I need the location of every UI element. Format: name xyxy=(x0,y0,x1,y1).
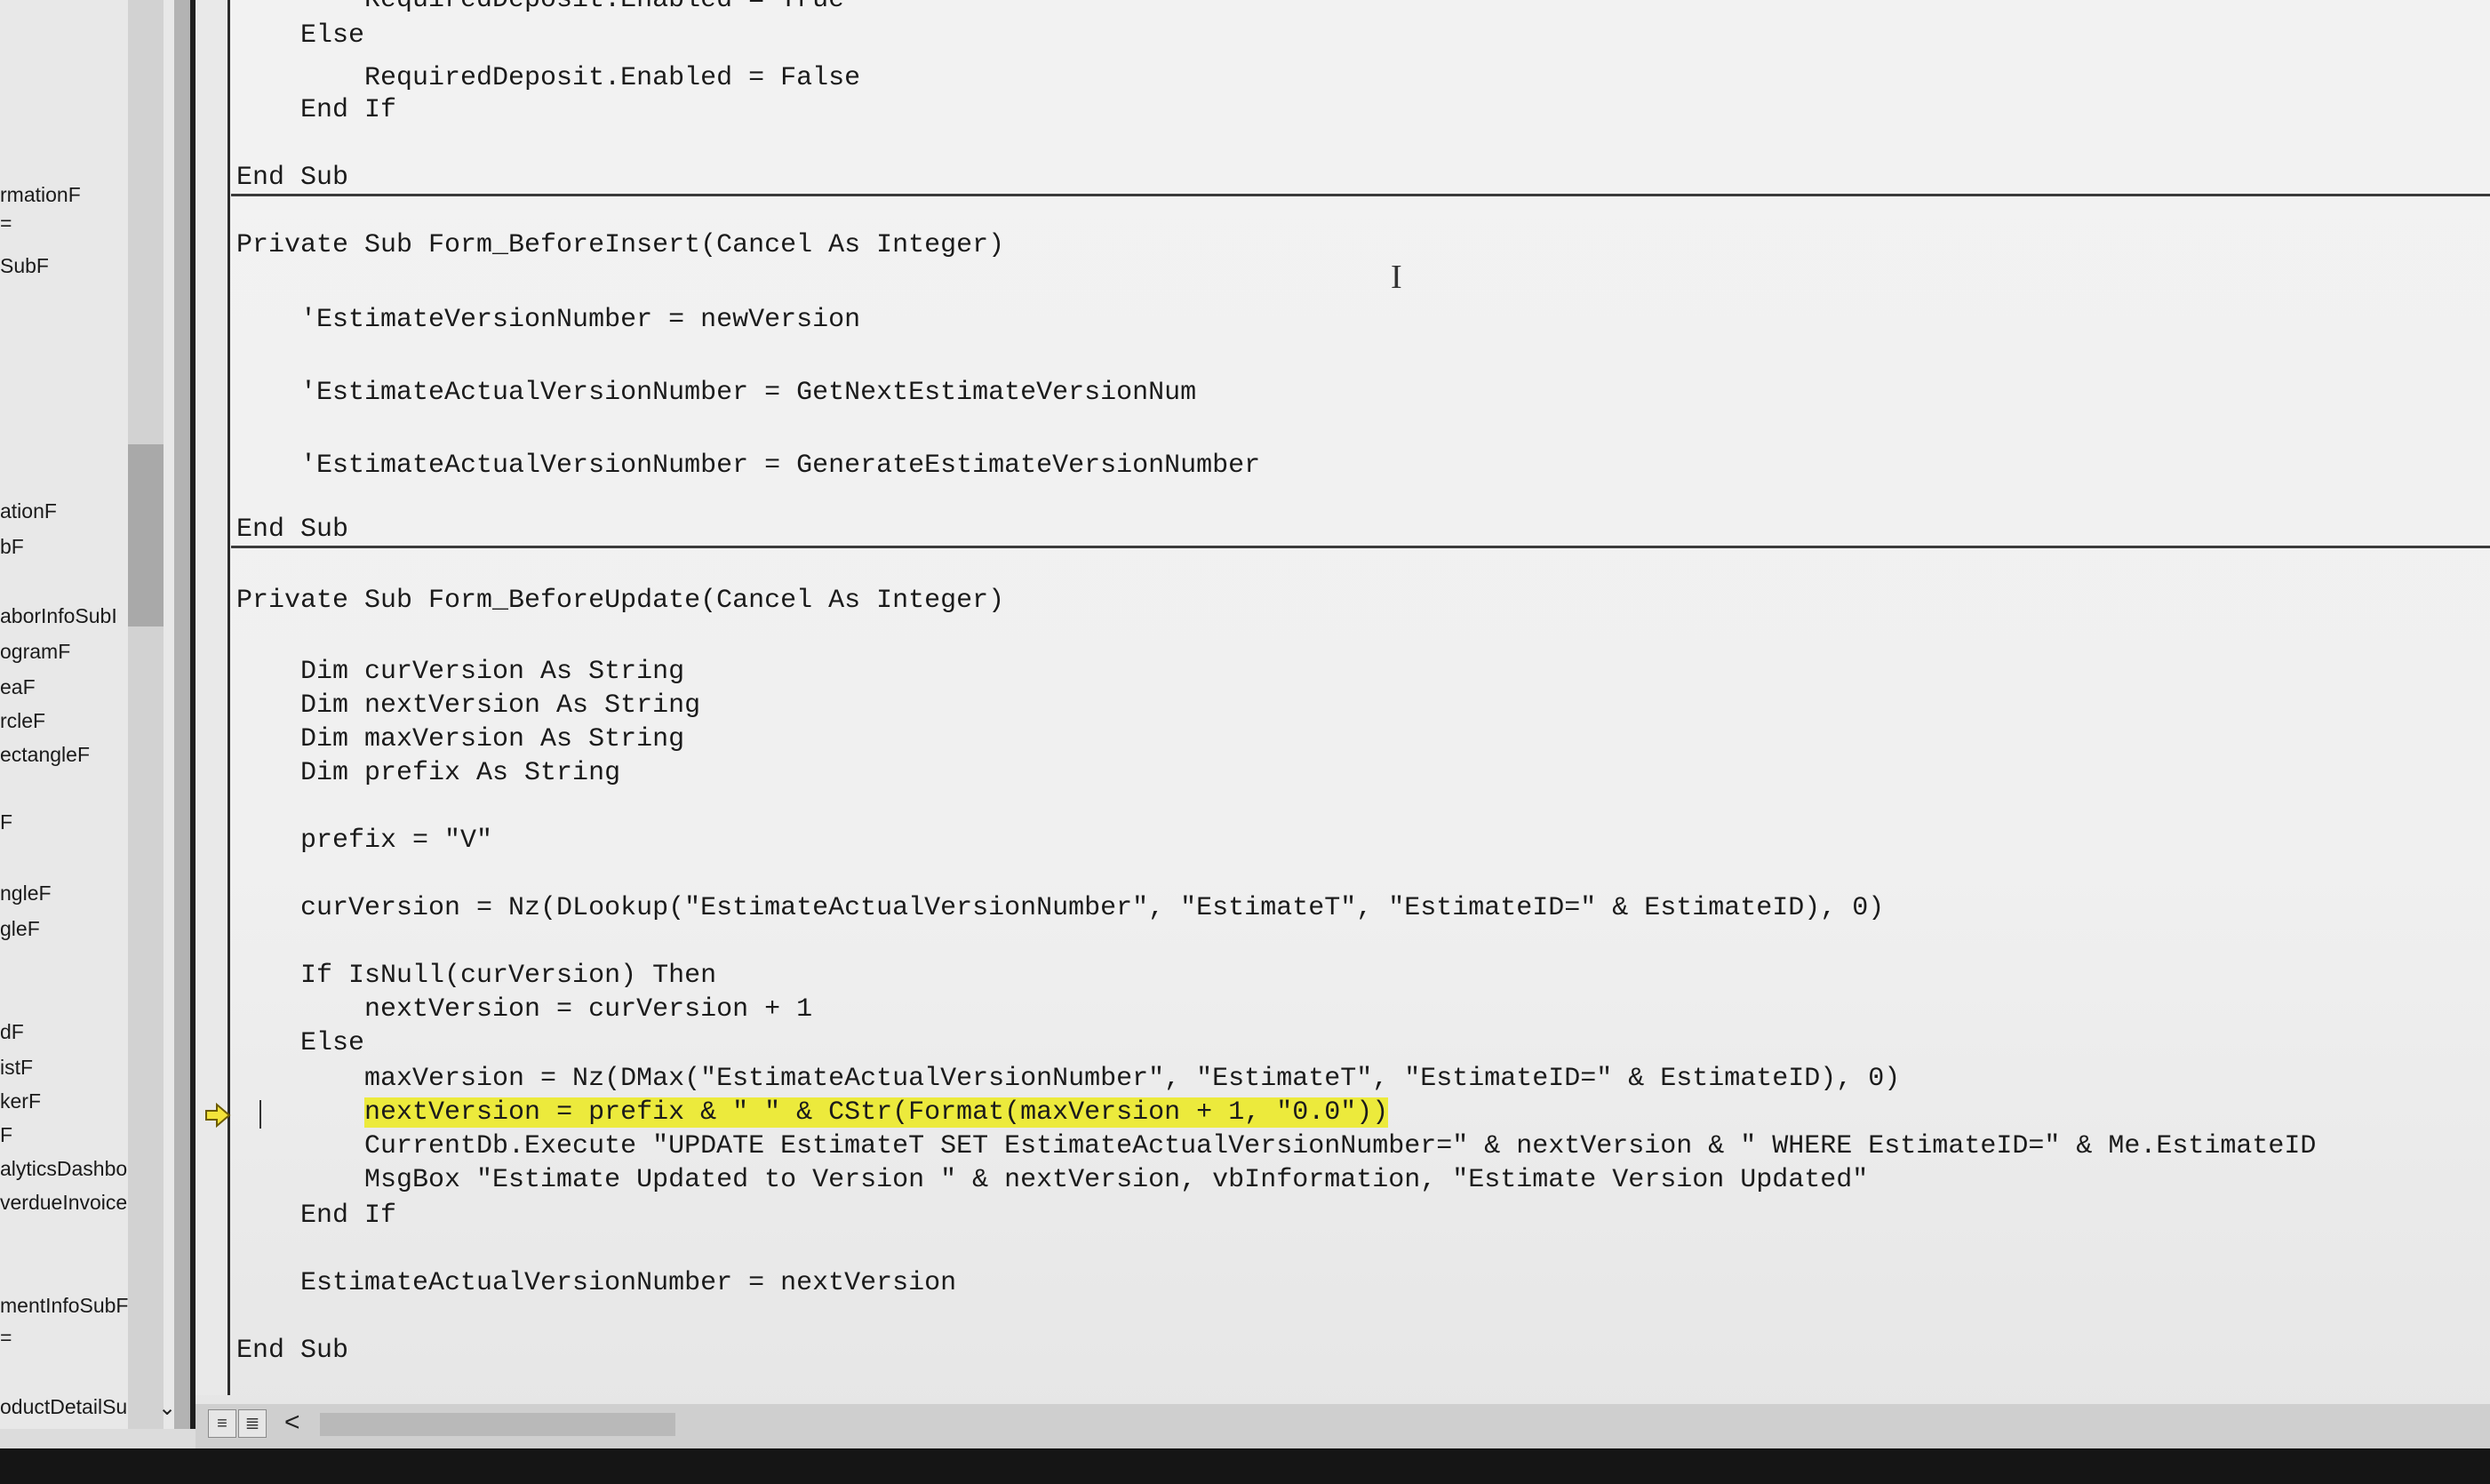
procedure-separator xyxy=(231,546,2490,548)
explorer-item[interactable]: ngleF xyxy=(0,882,52,906)
explorer-scroll-thumb[interactable] xyxy=(128,444,164,626)
explorer-item[interactable]: dF xyxy=(0,1020,24,1044)
pane-splitter[interactable] xyxy=(174,0,190,1429)
screen-bezel xyxy=(0,1448,2490,1484)
project-explorer: rmationF = SubF ationF bF aborInfoSubI o… xyxy=(0,0,174,1429)
explorer-item[interactable]: istF xyxy=(0,1056,33,1080)
chevron-down-icon[interactable]: ⌄ xyxy=(158,1395,174,1421)
code-line[interactable]: maxVersion = Nz(DMax("EstimateActualVers… xyxy=(236,1063,1900,1095)
ibeam-cursor-icon: I xyxy=(1391,259,1402,296)
code-line[interactable]: prefix = "V" xyxy=(236,825,492,857)
code-line[interactable]: Dim prefix As String xyxy=(236,757,620,789)
explorer-item[interactable]: verdueInvoices xyxy=(0,1191,138,1215)
code-line[interactable]: CurrentDb.Execute "UPDATE EstimateT SET … xyxy=(236,1130,2316,1162)
code-line[interactable]: MsgBox "Estimate Updated to Version " & … xyxy=(236,1164,1868,1196)
code-line[interactable]: EstimateActualVersionNumber = nextVersio… xyxy=(236,1267,956,1299)
code-line[interactable]: End Sub xyxy=(236,514,348,546)
explorer-item[interactable]: ogramF xyxy=(0,640,70,664)
execution-arrow-icon xyxy=(205,1102,231,1129)
explorer-item[interactable]: rcleF xyxy=(0,709,45,733)
code-line[interactable]: curVersion = Nz(DLookup("EstimateActualV… xyxy=(236,892,1884,924)
code-line[interactable]: nextVersion = prefix & " " & CStr(Format… xyxy=(236,1097,1389,1129)
code-line[interactable]: End Sub xyxy=(236,1335,348,1367)
explorer-item[interactable]: bF xyxy=(0,535,24,559)
code-line[interactable]: End If xyxy=(236,1200,396,1232)
procedure-separator xyxy=(231,194,2490,196)
chevron-left-icon[interactable]: < xyxy=(284,1408,300,1438)
code-line[interactable]: 'EstimateActualVersionNumber = GetNextEs… xyxy=(236,377,1196,409)
code-line[interactable]: 'EstimateActualVersionNumber = GenerateE… xyxy=(236,450,1260,482)
explorer-item[interactable]: ationF xyxy=(0,499,57,523)
explorer-item[interactable]: kerF xyxy=(0,1089,41,1113)
code-window-bottom-bar: ≡ ≣ < xyxy=(196,1404,2490,1448)
explorer-item[interactable]: mentInfoSubF xyxy=(0,1294,128,1318)
code-line[interactable]: RequiredDeposit.Enabled = True xyxy=(236,0,844,16)
explorer-item[interactable]: ectangleF xyxy=(0,743,90,767)
explorer-item[interactable]: = xyxy=(0,211,12,235)
code-window[interactable]: RequiredDeposit.Enabled = True Else Requ… xyxy=(196,0,2490,1429)
explorer-item[interactable]: F xyxy=(0,810,12,834)
code-line[interactable]: Else xyxy=(236,20,364,52)
code-line[interactable]: End If xyxy=(236,94,396,126)
explorer-item[interactable]: aborInfoSubI xyxy=(0,604,117,628)
margin-divider xyxy=(227,0,230,1395)
explorer-item[interactable]: alyticsDashbo xyxy=(0,1157,127,1181)
explorer-item[interactable]: oductDetailSub xyxy=(0,1395,139,1419)
text-caret xyxy=(259,1100,261,1129)
code-line[interactable]: Private Sub Form_BeforeUpdate(Cancel As … xyxy=(236,585,1004,617)
execution-highlight: nextVersion = prefix & " " & CStr(Format… xyxy=(364,1097,1389,1128)
margin-indicator-bar[interactable] xyxy=(196,0,227,1395)
explorer-item[interactable]: F xyxy=(0,1123,12,1147)
explorer-scrollbar[interactable] xyxy=(128,0,164,1429)
full-module-view-icon[interactable]: ≣ xyxy=(238,1409,267,1438)
explorer-item[interactable]: = xyxy=(0,1326,12,1350)
code-line[interactable]: End Sub xyxy=(236,162,348,194)
code-line[interactable]: Dim maxVersion As String xyxy=(236,723,684,755)
explorer-item[interactable]: gleF xyxy=(0,917,40,941)
code-line[interactable]: RequiredDeposit.Enabled = False xyxy=(236,62,860,94)
horizontal-scroll-thumb[interactable] xyxy=(320,1413,675,1436)
chevron-right-icon[interactable]: › xyxy=(121,1425,129,1429)
code-line[interactable]: Else xyxy=(236,1027,364,1059)
explorer-item[interactable]: eaF xyxy=(0,675,36,699)
code-line[interactable]: nextVersion = curVersion + 1 xyxy=(236,993,812,1025)
explorer-item[interactable]: SubF xyxy=(0,254,49,278)
code-line[interactable]: 'EstimateVersionNumber = newVersion xyxy=(236,304,860,336)
code-line[interactable]: Dim curVersion As String xyxy=(236,656,684,688)
code-line[interactable]: If IsNull(curVersion) Then xyxy=(236,960,716,992)
code-line[interactable]: Dim nextVersion As String xyxy=(236,690,700,722)
code-line[interactable]: Private Sub Form_BeforeInsert(Cancel As … xyxy=(236,229,1004,261)
procedure-view-icon[interactable]: ≡ xyxy=(208,1409,236,1438)
explorer-item[interactable]: rmationF xyxy=(0,183,81,207)
